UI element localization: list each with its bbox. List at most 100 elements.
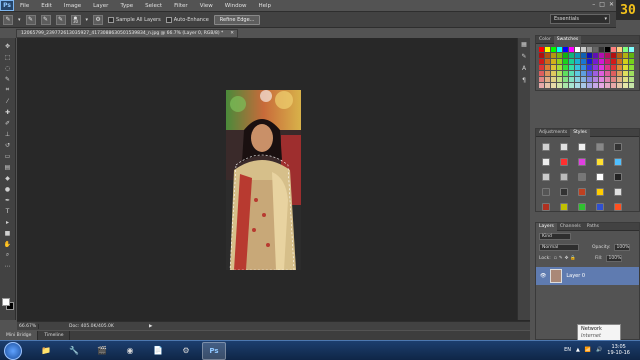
zoom-level[interactable]: 66.67% <box>17 323 39 329</box>
swatch[interactable] <box>599 83 604 88</box>
swatch[interactable] <box>563 47 568 52</box>
swatch[interactable] <box>629 71 634 76</box>
swatch[interactable] <box>551 71 556 76</box>
swatch[interactable] <box>623 65 628 70</box>
swatch[interactable] <box>605 71 610 76</box>
menu-type[interactable]: Type <box>114 3 139 9</box>
swatch[interactable] <box>605 59 610 64</box>
swatch[interactable] <box>581 83 586 88</box>
swatch[interactable] <box>575 47 580 52</box>
type-tool-icon[interactable]: T <box>3 207 13 215</box>
photoshop-taskbar-icon[interactable]: Ps <box>202 341 226 360</box>
style-swatch[interactable] <box>614 203 622 211</box>
swatch[interactable] <box>611 65 616 70</box>
properties-panel-icon[interactable]: ✎ <box>519 52 529 60</box>
style-swatch[interactable] <box>614 158 622 166</box>
swatch[interactable] <box>593 65 598 70</box>
swatch[interactable] <box>623 71 628 76</box>
pen-tool-icon[interactable]: ✒ <box>3 196 13 204</box>
lasso-tool-icon[interactable]: ◌ <box>3 64 13 72</box>
swatch[interactable] <box>593 77 598 82</box>
swatch[interactable] <box>623 59 628 64</box>
swatch[interactable] <box>593 47 598 52</box>
menu-window[interactable]: Window <box>219 3 253 9</box>
swatch[interactable] <box>569 83 574 88</box>
visibility-eye-icon[interactable]: 👁 <box>540 273 546 279</box>
swatch[interactable] <box>617 53 622 58</box>
swatch[interactable] <box>587 77 592 82</box>
tab-channels[interactable]: Channels <box>557 223 584 231</box>
style-swatch[interactable] <box>596 173 604 181</box>
swatch[interactable] <box>545 47 550 52</box>
tab-timeline[interactable]: Timeline <box>38 331 71 340</box>
add-selection-icon[interactable]: ✎ <box>40 14 51 25</box>
paragraph-panel-icon[interactable]: ¶ <box>519 76 529 84</box>
swatch[interactable] <box>551 59 556 64</box>
swatch[interactable] <box>623 53 628 58</box>
swatch[interactable] <box>617 47 622 52</box>
brush-settings-icon[interactable]: ⚙ <box>93 14 104 25</box>
network-icon[interactable]: 📶 <box>585 347 591 353</box>
swatch[interactable] <box>617 71 622 76</box>
swatch[interactable] <box>629 47 634 52</box>
swatch[interactable] <box>569 53 574 58</box>
style-swatch[interactable] <box>614 188 622 196</box>
menu-image[interactable]: Image <box>58 3 87 9</box>
document-app-icon[interactable]: 📄 <box>146 342 170 360</box>
path-selection-tool-icon[interactable]: ▸ <box>3 218 13 226</box>
quick-selection-tool-icon[interactable]: ✎ <box>3 14 13 25</box>
menu-layer[interactable]: Layer <box>87 3 114 9</box>
swatch[interactable] <box>623 77 628 82</box>
swatch[interactable] <box>617 83 622 88</box>
dropdown-arrow-icon[interactable]: ▾ <box>18 17 21 23</box>
swatch[interactable] <box>563 83 568 88</box>
style-swatch[interactable] <box>542 143 550 151</box>
swatch[interactable] <box>605 83 610 88</box>
swatch[interactable] <box>593 83 598 88</box>
new-selection-icon[interactable]: ✎ <box>25 14 36 25</box>
swatch[interactable] <box>599 65 604 70</box>
style-swatch[interactable] <box>596 203 604 211</box>
swatch[interactable] <box>623 47 628 52</box>
zoom-tool-icon[interactable]: ⌕ <box>3 251 13 259</box>
style-swatch[interactable] <box>542 158 550 166</box>
healing-brush-tool-icon[interactable]: ✚ <box>3 108 13 116</box>
swatch[interactable] <box>563 53 568 58</box>
swatch[interactable] <box>551 47 556 52</box>
more-tools-icon[interactable]: ⋯ <box>3 262 13 270</box>
tray-arrow-icon[interactable]: ▲ <box>576 347 580 353</box>
close-tab-icon[interactable]: ✕ <box>230 31 237 36</box>
swatch[interactable] <box>593 53 598 58</box>
blend-mode-select[interactable]: Normal <box>539 244 579 251</box>
style-swatch[interactable] <box>560 143 568 151</box>
swatch[interactable] <box>593 71 598 76</box>
chrome-icon[interactable]: ◉ <box>118 342 142 360</box>
settings-app-icon[interactable]: ⚙ <box>174 342 198 360</box>
swatch[interactable] <box>617 77 622 82</box>
swatch[interactable] <box>563 77 568 82</box>
move-tool-icon[interactable]: ✥ <box>3 42 13 50</box>
clone-stamp-tool-icon[interactable]: ⊥ <box>3 130 13 138</box>
menu-filter[interactable]: Filter <box>168 3 194 9</box>
swatch[interactable] <box>623 83 628 88</box>
checkbox-box[interactable] <box>165 16 172 23</box>
document-tab[interactable]: 12065799_239772613035927_417308863050153… <box>16 29 238 38</box>
menu-help[interactable]: Help <box>252 3 277 9</box>
blur-tool-icon[interactable]: ◆ <box>3 174 13 182</box>
swatch[interactable] <box>557 59 562 64</box>
swatch[interactable] <box>629 83 634 88</box>
language-indicator[interactable]: EN <box>564 347 571 353</box>
minimize-icon[interactable]: – <box>592 1 595 8</box>
swatch[interactable] <box>599 53 604 58</box>
document-image[interactable] <box>226 90 301 270</box>
swatch[interactable] <box>581 53 586 58</box>
swatch[interactable] <box>569 65 574 70</box>
swatch[interactable] <box>629 77 634 82</box>
media-app-icon[interactable]: 🎬 <box>90 342 114 360</box>
swatch[interactable] <box>599 59 604 64</box>
swatch[interactable] <box>587 83 592 88</box>
swatch[interactable] <box>545 71 550 76</box>
tab-mini-bridge[interactable]: Mini Bridge <box>0 331 39 340</box>
style-swatch[interactable] <box>596 188 604 196</box>
style-swatch[interactable] <box>542 188 550 196</box>
